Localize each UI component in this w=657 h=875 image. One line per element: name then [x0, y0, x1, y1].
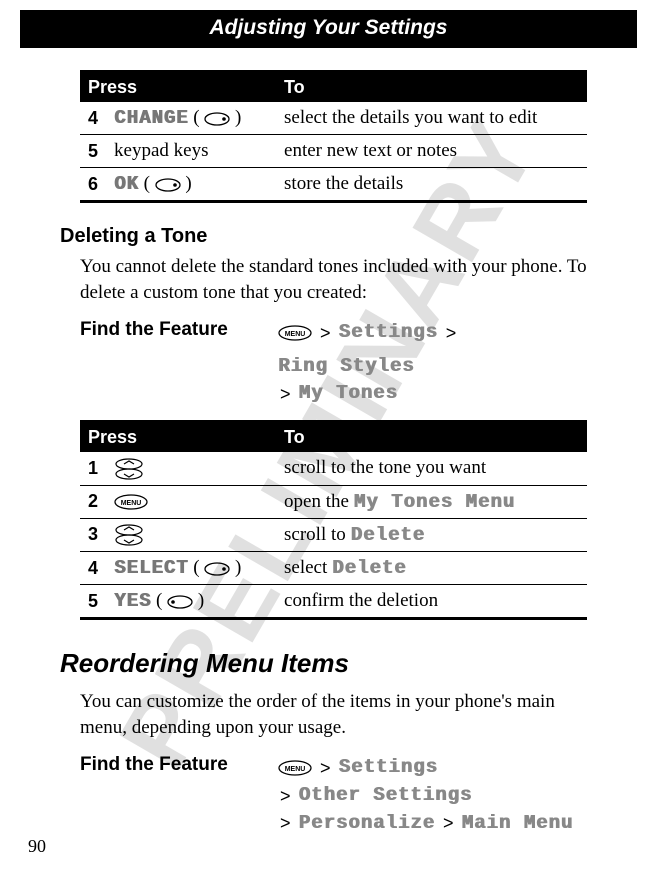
page-number: 90: [28, 836, 46, 857]
step-to: confirm the deletion: [276, 585, 587, 619]
softkey-left-icon: [167, 595, 193, 609]
step-number: 5: [80, 585, 106, 619]
key-paren-close: ): [235, 557, 241, 578]
scroll-key-icon: [114, 458, 144, 480]
step-to: scroll to the tone you want: [276, 452, 587, 485]
step-to-prefix: select: [284, 557, 332, 578]
chevron-right-icon: >: [318, 320, 333, 346]
table-row: 4 SELECT ( ) select Delete: [80, 552, 587, 585]
page-content: Press To 4 CHANGE ( ) select the details…: [0, 48, 657, 837]
menu-path-item: Other Settings: [299, 782, 473, 810]
step-to-menu: Delete: [332, 557, 406, 579]
table2-head-press: Press: [80, 423, 276, 452]
find-feature-path: MENU > Settings > Ring Styles > My Tones: [278, 319, 587, 408]
find-feature-row-2: Find the Feature MENU > Settings > Other…: [80, 754, 587, 837]
table-row: 6 OK ( ) store the details: [80, 168, 587, 202]
step-to: select Delete: [276, 552, 587, 585]
menu-path-item: Settings: [339, 754, 438, 782]
chevron-right-icon: >: [278, 381, 293, 407]
reordering-body: You can customize the order of the items…: [80, 689, 587, 740]
deleting-tone-heading: Deleting a Tone: [60, 225, 587, 248]
table-row: 2 MENU open the My Tones Menu: [80, 485, 587, 518]
step-to: select the details you want to edit: [276, 102, 587, 135]
table-row: 3 scroll to Delete: [80, 518, 587, 552]
softkey-right-icon: [204, 112, 230, 126]
menu-path-item: Ring Styles: [278, 353, 414, 381]
reordering-heading: Reordering Menu Items: [60, 648, 587, 679]
step-to: store the details: [276, 168, 587, 202]
menu-key-icon: MENU: [278, 325, 312, 341]
step-number: 1: [80, 452, 106, 485]
key-paren: (: [144, 173, 150, 194]
chevron-right-icon: >: [441, 810, 456, 836]
find-feature-label: Find the Feature: [80, 754, 260, 776]
key-paren-close: ): [185, 173, 191, 194]
chevron-right-icon: >: [318, 755, 333, 781]
step-to-menu: My Tones Menu: [354, 491, 515, 513]
chevron-right-icon: >: [444, 320, 459, 346]
key-paren-close: ): [235, 107, 241, 128]
step-press: keypad keys: [106, 135, 276, 168]
chevron-right-icon: >: [278, 810, 293, 836]
step-press: OK ( ): [106, 168, 276, 202]
chevron-right-icon: >: [278, 783, 293, 809]
table2-head-to: To: [276, 423, 587, 452]
menu-path-item: Main Menu: [461, 810, 573, 838]
step-number: 5: [80, 135, 106, 168]
step-number: 4: [80, 552, 106, 585]
step-press: [106, 452, 276, 485]
menu-key-icon: MENU: [278, 760, 312, 776]
table1-head-press: Press: [80, 73, 276, 102]
table-row: 5 keypad keys enter new text or notes: [80, 135, 587, 168]
step-to: open the My Tones Menu: [276, 485, 587, 518]
table1-head-to: To: [276, 73, 587, 102]
step-number: 2: [80, 485, 106, 518]
key-paren: (: [156, 590, 162, 611]
menu-path-item: Personalize: [299, 810, 435, 838]
key-paren: (: [193, 107, 199, 128]
table1: Press To 4 CHANGE ( ) select the details…: [80, 73, 587, 203]
step-to: enter new text or notes: [276, 135, 587, 168]
menu-key-icon: MENU: [114, 494, 148, 510]
find-feature-label: Find the Feature: [80, 319, 260, 341]
key-paren: (: [193, 557, 199, 578]
deleting-tone-body: You cannot delete the standard tones inc…: [80, 254, 587, 305]
step-to-prefix: scroll to: [284, 524, 351, 545]
table-row: 5 YES ( ) confirm the deletion: [80, 585, 587, 619]
step-to-prefix: open the: [284, 491, 354, 512]
find-feature-row: Find the Feature MENU > Settings > Ring …: [80, 319, 587, 408]
step-press: MENU: [106, 485, 276, 518]
menu-path-item: My Tones: [299, 380, 398, 408]
svg-text:MENU: MENU: [285, 766, 306, 773]
table-row: 1 scroll to the tone you want: [80, 452, 587, 485]
softkey-label: SELECT: [114, 557, 188, 579]
menu-path-item: Settings: [339, 319, 438, 347]
softkey-label: OK: [114, 173, 139, 195]
step-to: scroll to Delete: [276, 518, 587, 552]
step-press: [106, 518, 276, 552]
page-title: Adjusting Your Settings: [209, 16, 447, 39]
page-title-banner: Adjusting Your Settings: [20, 10, 637, 48]
find-feature-path: MENU > Settings > Other Settings > Perso…: [278, 754, 587, 837]
svg-text:MENU: MENU: [121, 500, 142, 507]
svg-text:MENU: MENU: [285, 331, 306, 338]
softkey-label: CHANGE: [114, 107, 188, 129]
step-to-menu: Delete: [351, 524, 425, 546]
step-press: CHANGE ( ): [106, 102, 276, 135]
softkey-right-icon: [155, 178, 181, 192]
step-press: SELECT ( ): [106, 552, 276, 585]
step-number: 6: [80, 168, 106, 202]
step-press: YES ( ): [106, 585, 276, 619]
scroll-key-icon: [114, 524, 144, 546]
softkey-right-icon: [204, 562, 230, 576]
key-paren-close: ): [198, 590, 204, 611]
step-number: 3: [80, 518, 106, 552]
softkey-label: YES: [114, 590, 151, 612]
step-number: 4: [80, 102, 106, 135]
table-row: 4 CHANGE ( ) select the details you want…: [80, 102, 587, 135]
table2: Press To 1 scroll to the t: [80, 423, 587, 620]
